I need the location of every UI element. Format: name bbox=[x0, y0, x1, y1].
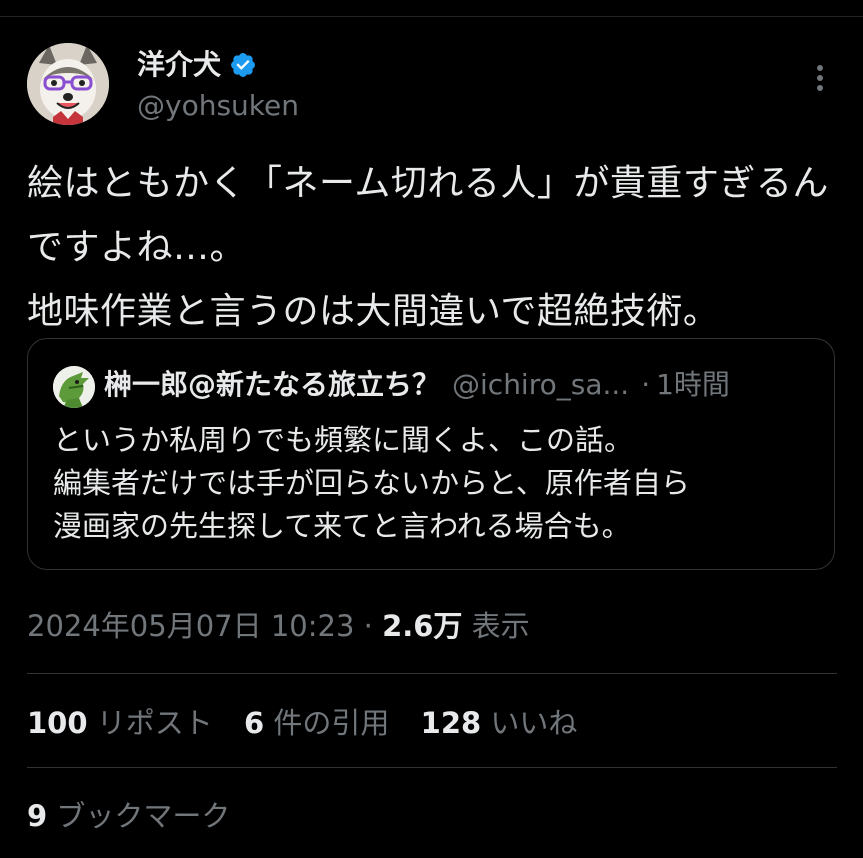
tweet-metadata: 2024年05月07日 10:23 · 2.6万 表示 bbox=[27, 606, 530, 646]
divider bbox=[27, 673, 837, 674]
husky-dog-avatar-icon bbox=[27, 43, 109, 125]
quoted-tweet-card[interactable]: 榊一郎@新たなる旅立ち？ @ichiro_sa... · 1時間 というか私周り… bbox=[27, 338, 835, 570]
bookmarks-label: ブックマーク bbox=[56, 799, 231, 833]
quote-header: 榊一郎@新たなる旅立ち？ @ichiro_sa... · 1時間 bbox=[104, 365, 730, 405]
views-label: 表示 bbox=[471, 609, 530, 643]
author-avatar[interactable] bbox=[27, 43, 109, 125]
verified-badge-icon bbox=[231, 53, 255, 77]
divider bbox=[27, 767, 837, 768]
likes-stat[interactable]: 128 いいね bbox=[421, 706, 578, 740]
author-handle[interactable]: @yohsuken bbox=[137, 88, 299, 124]
bookmarks-count: 9 bbox=[27, 799, 48, 833]
quotes-stat[interactable]: 6 件の引用 bbox=[244, 706, 389, 740]
author-name[interactable]: 洋介犬 bbox=[137, 47, 221, 83]
quotes-label: 件の引用 bbox=[273, 706, 390, 740]
likes-label: いいね bbox=[490, 706, 578, 740]
reposts-count: 100 bbox=[27, 706, 88, 740]
quote-author-handle[interactable]: @ichiro_sa... bbox=[452, 365, 629, 405]
likes-count: 128 bbox=[420, 706, 482, 740]
quote-author-avatar[interactable] bbox=[53, 366, 95, 408]
engagement-stats: 100 リポスト 6 件の引用 128 いいね bbox=[27, 703, 577, 743]
green-dragon-avatar-icon bbox=[53, 366, 95, 408]
tweet-datetime[interactable]: 2024年05月07日 10:23 · bbox=[27, 609, 382, 643]
reposts-label: リポスト bbox=[96, 706, 213, 740]
top-divider bbox=[0, 16, 863, 17]
quote-text: というか私周りでも頻繁に聞くよ、この話。 編集者だけでは手が回らないからと、原作… bbox=[53, 423, 690, 543]
views-count: 2.6万 bbox=[382, 609, 463, 643]
author-name-row: 洋介犬 bbox=[137, 47, 257, 83]
quote-timestamp[interactable]: 1時間 bbox=[656, 365, 730, 405]
bookmarks-stat[interactable]: 9 ブックマーク bbox=[27, 796, 230, 836]
more-options-icon[interactable] bbox=[806, 62, 834, 94]
tweet-text: 絵はともかく「ネーム切れる人」が貴重すぎるんですよね…。 地味作業と言うのは大間… bbox=[27, 163, 829, 332]
quote-separator-dot: · bbox=[641, 368, 651, 401]
quotes-count: 6 bbox=[244, 706, 265, 740]
quote-author-name[interactable]: 榊一郎@新たなる旅立ち？ bbox=[104, 365, 440, 405]
reposts-stat[interactable]: 100 リポスト bbox=[27, 706, 213, 740]
